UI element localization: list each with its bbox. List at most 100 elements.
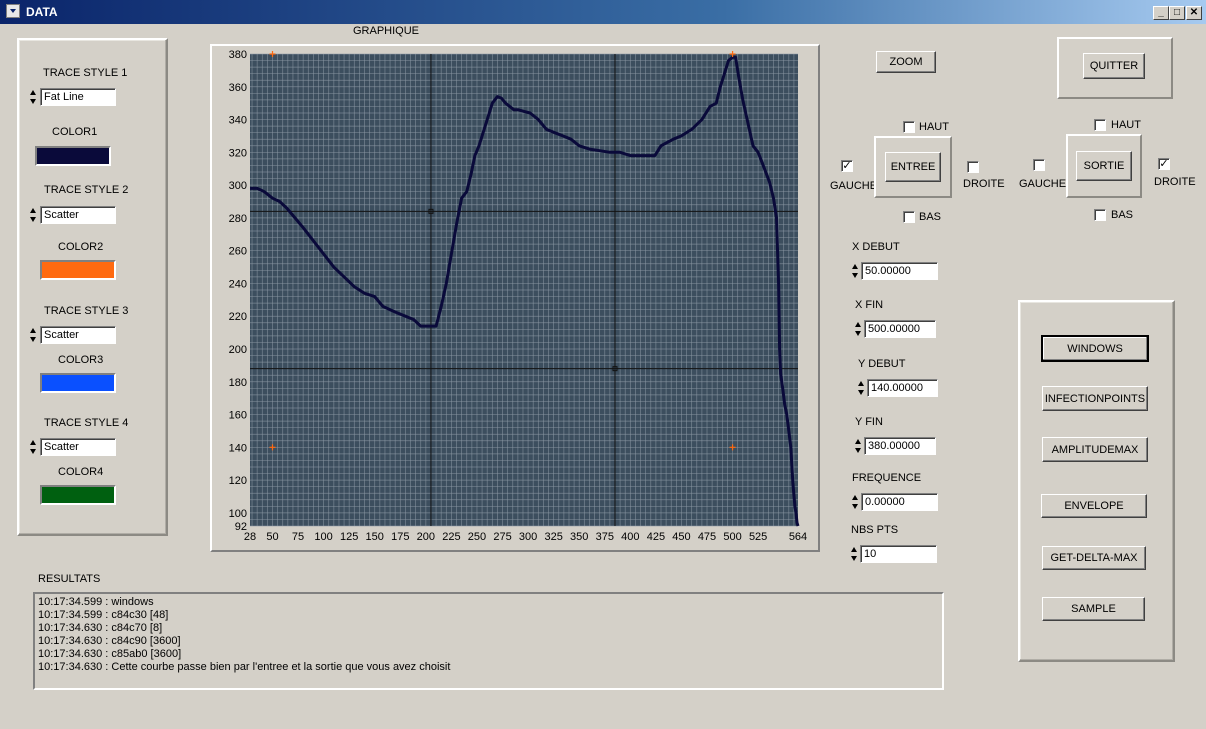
y-tick-label: 100 xyxy=(229,508,247,520)
results-log[interactable]: 10:17:34.599 : windows 10:17:34.599 : c8… xyxy=(33,592,944,690)
x-tick-label: 300 xyxy=(519,531,537,543)
trace-style-panel xyxy=(17,38,168,536)
x-tick-label: 350 xyxy=(570,531,588,543)
x-tick-label: 150 xyxy=(366,531,384,543)
graph-plot[interactable]: 28 50 75 100 125 150 175 200 225 250 275 300 325 350 3… xyxy=(212,46,818,550)
color-1-label: COLOR1 xyxy=(52,126,98,138)
sortie-bas-checkbox[interactable] xyxy=(1094,209,1106,221)
y-tick-label: 260 xyxy=(229,246,247,258)
nbs-pts-field[interactable]: 10 xyxy=(860,545,937,563)
sample-button[interactable]: SAMPLE xyxy=(1042,597,1145,621)
graph-title: GRAPHIQUE xyxy=(353,25,420,37)
trace-style-3-spinner[interactable] xyxy=(30,326,38,344)
zoom-button[interactable]: ZOOM xyxy=(876,51,936,73)
color-2-swatch[interactable] xyxy=(40,260,116,280)
y-fin-spinner[interactable] xyxy=(855,437,863,455)
nbs-pts-spinner[interactable] xyxy=(851,545,859,563)
title-bar[interactable]: DATA _ □ ✕ xyxy=(0,0,1206,24)
entree-bas-checkbox[interactable] xyxy=(903,211,915,223)
y-tick-label: 300 xyxy=(229,180,247,192)
y-tick-label: 220 xyxy=(229,311,247,323)
app-icon[interactable] xyxy=(6,4,20,18)
trace-style-4-spinner[interactable] xyxy=(30,438,38,456)
x-tick-label: 500 xyxy=(723,531,741,543)
y-debut-spinner[interactable] xyxy=(858,379,866,397)
sortie-haut-checkbox[interactable] xyxy=(1094,119,1106,131)
trace-style-3-select[interactable]: Scatter xyxy=(40,326,116,344)
y-fin-field[interactable]: 380.00000 xyxy=(864,437,936,455)
trace-style-1-spinner[interactable] xyxy=(30,88,38,106)
y-tick-label: 240 xyxy=(229,278,247,290)
y-tick-label: 380 xyxy=(229,49,247,61)
close-button[interactable]: ✕ xyxy=(1186,6,1202,20)
x-debut-label: X DEBUT xyxy=(852,241,900,253)
sortie-button[interactable]: SORTIE xyxy=(1076,151,1132,181)
x-tick-label: 564 xyxy=(789,531,807,543)
infectionpoints-button[interactable]: INFECTIONPOINTS xyxy=(1042,386,1148,411)
entree-button[interactable]: ENTREE xyxy=(885,152,941,182)
log-line: 10:17:34.599 : windows xyxy=(38,596,154,608)
frequence-field[interactable]: 0.00000 xyxy=(861,493,938,511)
sortie-haut-label: HAUT xyxy=(1111,119,1141,131)
graph-frame: 28 50 75 100 125 150 175 200 225 250 275 300 325 350 3… xyxy=(210,44,820,552)
trace-style-1-label: TRACE STYLE 1 xyxy=(43,67,128,79)
trace-style-1-select[interactable]: Fat Line xyxy=(40,88,116,106)
y-tick-label: 140 xyxy=(229,442,247,454)
get-delta-max-button[interactable]: GET-DELTA-MAX xyxy=(1042,546,1146,570)
y-debut-label: Y DEBUT xyxy=(858,358,906,370)
y-tick-label: 120 xyxy=(229,475,247,487)
log-line: 10:17:34.630 : c85ab0 [3600] xyxy=(38,648,182,660)
trace-style-2-select[interactable]: Scatter xyxy=(40,206,116,224)
x-tick-label: 475 xyxy=(698,531,716,543)
trace-style-3-label: TRACE STYLE 3 xyxy=(44,305,129,317)
x-fin-spinner[interactable] xyxy=(855,320,863,338)
sortie-droite-checkbox[interactable]: ✓ xyxy=(1158,158,1170,170)
y-tick-label: 280 xyxy=(229,213,247,225)
x-tick-label: 50 xyxy=(266,531,278,543)
color-3-swatch[interactable] xyxy=(40,373,116,393)
quitter-button[interactable]: QUITTER xyxy=(1083,53,1145,79)
entree-droite-checkbox[interactable] xyxy=(967,161,979,173)
sortie-droite-label: DROITE xyxy=(1154,176,1196,188)
minimize-button[interactable]: _ xyxy=(1153,6,1169,20)
x-debut-field[interactable]: 50.00000 xyxy=(861,262,938,280)
y-debut-field[interactable]: 140.00000 xyxy=(867,379,938,397)
y-tick-label: 180 xyxy=(229,377,247,389)
log-line: 10:17:34.630 : c84c90 [3600] xyxy=(38,635,181,647)
log-line: 10:17:34.599 : c84c30 [48] xyxy=(38,609,169,621)
window-title: DATA xyxy=(26,5,58,19)
x-tick-label: 325 xyxy=(544,531,562,543)
sortie-gauche-label: GAUCHE xyxy=(1019,178,1067,190)
color-3-label: COLOR3 xyxy=(58,354,104,366)
trace-style-2-label: TRACE STYLE 2 xyxy=(44,184,129,196)
x-tick-label: 375 xyxy=(596,531,614,543)
color-2-label: COLOR2 xyxy=(58,241,104,253)
trace-style-4-select[interactable]: Scatter xyxy=(40,438,116,456)
trace-style-2-spinner[interactable] xyxy=(30,206,38,224)
entree-gauche-checkbox[interactable]: ✓ xyxy=(841,160,853,172)
x-debut-spinner[interactable] xyxy=(852,262,860,280)
x-tick-label: 425 xyxy=(647,531,665,543)
y-tick-label: 340 xyxy=(229,115,247,127)
color-4-swatch[interactable] xyxy=(40,485,116,505)
x-fin-field[interactable]: 500.00000 xyxy=(864,320,936,338)
entree-droite-label: DROITE xyxy=(963,178,1005,190)
y-tick-label: 92 xyxy=(235,521,247,533)
envelope-button[interactable]: ENVELOPE xyxy=(1041,494,1147,518)
windows-button[interactable]: WINDOWS xyxy=(1041,335,1149,362)
entree-haut-checkbox[interactable] xyxy=(903,121,915,133)
x-tick-label: 100 xyxy=(314,531,332,543)
x-tick-label: 275 xyxy=(493,531,511,543)
x-tick-label: 175 xyxy=(391,531,409,543)
entree-gauche-label: GAUCHE xyxy=(830,180,878,192)
sortie-gauche-checkbox[interactable] xyxy=(1033,159,1045,171)
x-tick-label: 400 xyxy=(621,531,639,543)
x-tick-label: 200 xyxy=(417,531,435,543)
maximize-button[interactable]: □ xyxy=(1169,6,1185,20)
frequence-spinner[interactable] xyxy=(852,493,860,511)
color-1-swatch[interactable] xyxy=(35,146,111,166)
y-tick-label: 360 xyxy=(229,82,247,94)
amplitudemax-button[interactable]: AMPLITUDEMAX xyxy=(1042,437,1148,462)
x-tick-label: 250 xyxy=(468,531,486,543)
x-tick-label: 450 xyxy=(672,531,690,543)
